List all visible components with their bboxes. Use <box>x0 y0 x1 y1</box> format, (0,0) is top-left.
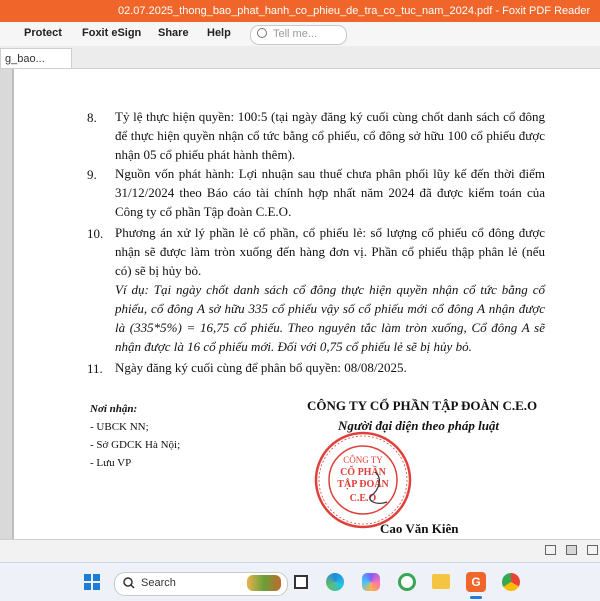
menu-help[interactable]: Help <box>207 27 231 39</box>
document-viewport[interactable]: 8. Tỷ lệ thực hiện quyền: 100:5 (tại ngà… <box>0 69 600 539</box>
windows-start-icon[interactable] <box>84 574 100 590</box>
seal-text: TẬP ĐOÀN <box>337 477 389 490</box>
company-name: CÔNG TY CỔ PHẦN TẬP ĐOÀN C.E.O <box>307 398 538 413</box>
menu-protect[interactable]: Protect <box>24 27 62 39</box>
status-bar <box>0 539 600 562</box>
item-8-text: Tỷ lệ thực hiện quyền: 100:5 (tại ngày đ… <box>115 109 545 162</box>
active-app-indicator <box>470 596 482 599</box>
recipient-line: - Sở GDCK Hà Nội; <box>90 439 181 451</box>
windows-taskbar: Search G <box>0 562 600 601</box>
item-number: 8. <box>87 110 97 125</box>
tell-me-placeholder: Tell me... <box>273 28 318 40</box>
search-icon <box>123 577 135 589</box>
file-explorer-icon[interactable] <box>432 574 450 589</box>
task-view-icon[interactable] <box>294 575 308 589</box>
single-page-view-icon[interactable] <box>545 545 556 555</box>
foxit-reader-icon[interactable]: G <box>466 572 486 592</box>
search-label: Search <box>141 577 176 589</box>
item-9-text: Nguồn vốn phát hành: Lợi nhuận sau thuế … <box>115 166 545 219</box>
lightbulb-icon <box>257 28 267 38</box>
app-icon[interactable] <box>398 573 416 591</box>
search-highlight-image <box>247 575 281 591</box>
facing-view-icon[interactable] <box>587 545 598 555</box>
item-10-example: Ví dụ: Tại ngày chốt danh sách cổ đông t… <box>115 282 545 354</box>
recipient-line: - UBCK NN; <box>90 421 149 433</box>
item-number: 9. <box>87 167 97 182</box>
menu-share[interactable]: Share <box>158 27 189 39</box>
document-tab-bar: g_bao... <box>0 46 600 69</box>
signer-name: Cao Văn Kiên <box>380 521 459 536</box>
item-number: 11. <box>87 361 103 376</box>
recipient-line: - Lưu VP <box>90 457 132 469</box>
ribbon-menu-bar: Protect Foxit eSign Share Help Tell me..… <box>0 22 600 46</box>
edge-browser-icon[interactable] <box>326 573 344 591</box>
copilot-icon[interactable] <box>362 573 380 591</box>
title-bar: 02.07.2025_thong_bao_phat_hanh_co_phieu_… <box>0 0 600 22</box>
document-tab[interactable]: g_bao... <box>0 48 72 68</box>
recipients-heading: Nơi nhận: <box>90 403 138 415</box>
seal-text: CÔNG TY <box>343 455 383 465</box>
window-title: 02.07.2025_thong_bao_phat_hanh_co_phieu_… <box>118 5 591 17</box>
menu-foxit-esign[interactable]: Foxit eSign <box>82 27 141 39</box>
taskbar-search[interactable]: Search <box>114 572 288 596</box>
item-number: 10. <box>87 226 104 241</box>
item-10-text: Phương án xử lý phần lẻ cổ phần, cổ phiế… <box>115 225 545 278</box>
continuous-view-icon[interactable] <box>566 545 577 555</box>
recipients-block: Nơi nhận: - UBCK NN; - Sở GDCK Hà Nội; -… <box>90 400 180 472</box>
item-11-text: Ngày đăng ký cuối cùng để phân bổ quyền:… <box>115 360 407 375</box>
chrome-icon[interactable] <box>502 573 520 591</box>
company-seal: CÔNG TY CỔ PHẦN TẬP ĐOÀN C.E.O <box>314 431 412 529</box>
tell-me-search[interactable]: Tell me... <box>250 25 347 45</box>
seal-text: CỔ PHẦN <box>340 465 387 478</box>
